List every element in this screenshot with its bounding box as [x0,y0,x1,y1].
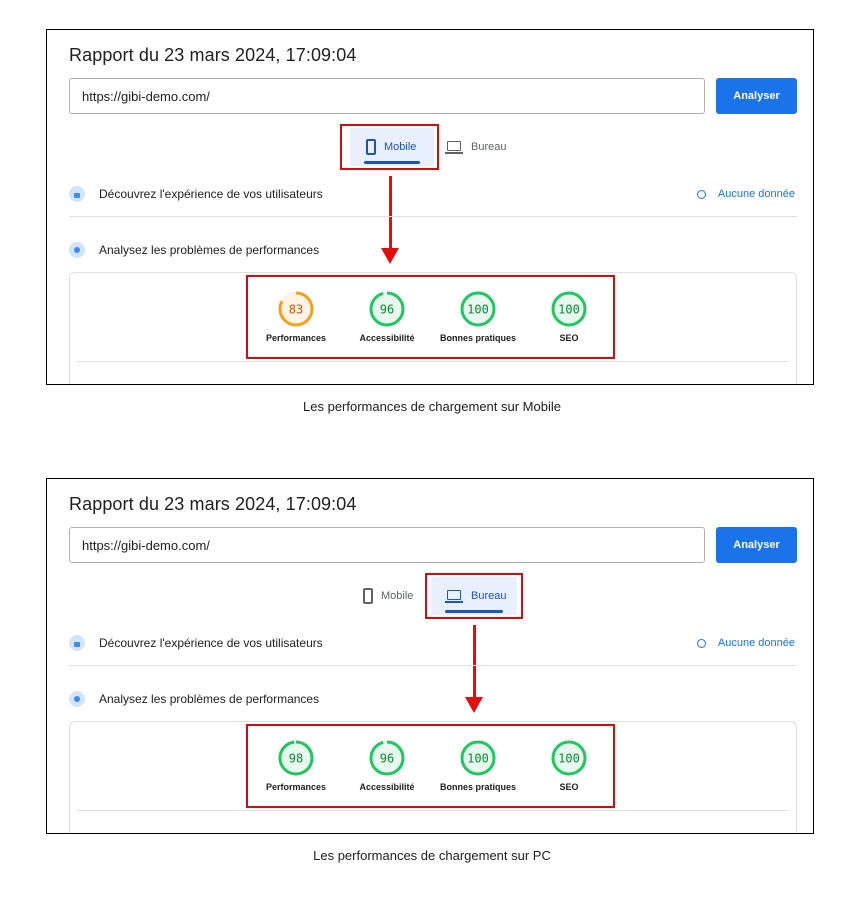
section-performance: Analysez les problèmes de performances [69,238,319,262]
info-icon [696,638,706,648]
section-user-experience-label: Découvrez l'expérience de vos utilisateu… [99,187,323,201]
red-arrow-head [465,697,483,713]
highlight-box-tab [425,573,523,619]
url-input[interactable] [69,78,705,114]
card-divider [77,810,789,811]
section-divider [69,665,797,666]
tab-bureau-label: Bureau [471,141,507,153]
section-user-experience[interactable]: Découvrez l'expérience de vos utilisateu… [69,631,323,655]
report-title: Rapport du 23 mars 2024, 17:09:04 [69,45,357,65]
url-input[interactable] [69,527,705,563]
no-data-label: Aucune donnée [717,188,795,200]
red-arrow-head [381,248,399,264]
users-icon [69,186,85,202]
section-user-experience-label: Découvrez l'expérience de vos utilisateu… [99,636,323,650]
tab-bureau[interactable]: Bureau [437,128,517,166]
section-performance-label: Analysez les problèmes de performances [99,692,320,706]
section-performance: Analysez les problèmes de performances [69,687,319,711]
section-performance-label: Analysez les problèmes de performances [99,243,320,257]
red-arrow-shaft [389,176,392,250]
analyze-button[interactable]: Analyser [716,527,797,563]
info-icon [696,189,706,199]
highlight-box-scores [246,724,615,808]
red-arrow-shaft [473,625,476,699]
highlight-box-scores [246,275,615,359]
caption-mobile: Les performances de chargement sur Mobil… [303,399,561,414]
caption-pc: Les performances de chargement sur PC [313,848,551,863]
section-user-experience[interactable]: Découvrez l'expérience de vos utilisateu… [69,182,323,206]
report-title: Rapport du 23 mars 2024, 17:09:04 [69,494,357,514]
performance-icon [69,242,85,258]
no-data-label: Aucune donnée [717,637,795,649]
performance-icon [69,691,85,707]
analyze-button[interactable]: Analyser [716,78,797,114]
laptop-icon [445,140,463,154]
section-divider [69,216,797,217]
phone-icon [363,588,373,604]
screenshot-desktop: Rapport du 23 mars 2024, 17:09:04 Analys… [46,478,814,834]
no-data-link[interactable]: Aucune donnée [696,182,795,206]
screenshot-mobile: Rapport du 23 mars 2024, 17:09:04 Analys… [46,29,814,385]
tab-mobile-label: Mobile [381,590,414,602]
highlight-box-tab [340,124,439,170]
users-icon [69,635,85,651]
no-data-link[interactable]: Aucune donnée [696,631,795,655]
tab-mobile[interactable]: Mobile [355,577,435,615]
card-divider [77,361,789,362]
